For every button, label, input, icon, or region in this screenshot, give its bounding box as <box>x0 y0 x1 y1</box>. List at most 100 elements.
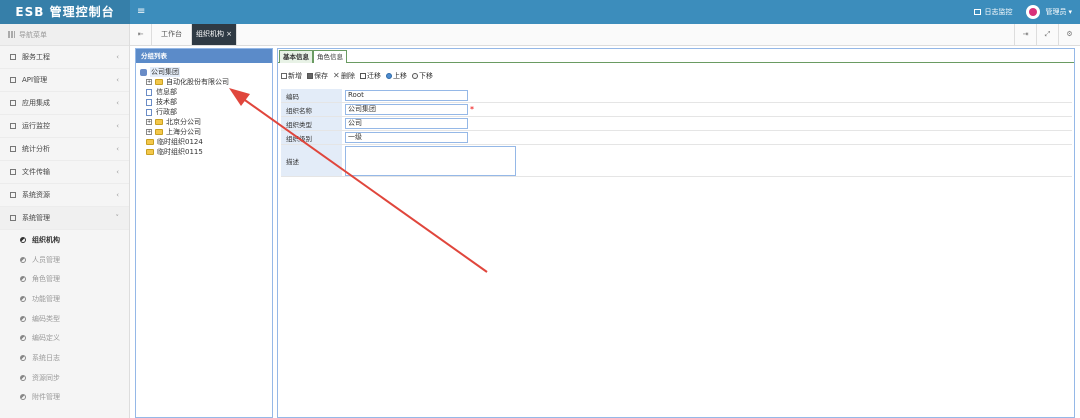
tab-basic-info[interactable]: 基本信息 <box>279 50 313 63</box>
tree-node-dept-tech[interactable]: 技术部 <box>140 97 272 107</box>
user-name[interactable]: 管理员 <box>1045 7 1066 17</box>
folder-icon <box>10 169 16 175</box>
root-node-icon <box>140 68 147 76</box>
form-row-code: 编码 Root <box>281 89 1072 103</box>
expand-icon[interactable]: + <box>146 119 152 125</box>
level-label: 组织级别 <box>281 131 342 144</box>
app-brand: ESB 管理控制台 <box>0 0 130 24</box>
sidebar-subitem-label: 组织机构 <box>32 235 60 244</box>
expand-icon[interactable]: + <box>146 129 152 135</box>
leaf-icon <box>20 394 26 401</box>
tree-node-branch-beijing[interactable]: + 北京分公司 <box>140 117 272 127</box>
sidebar-item-integration[interactable]: 应用集成 ‹ <box>0 92 129 115</box>
sidebar-item-api[interactable]: API管理 ‹ <box>0 69 129 92</box>
tab-workbench[interactable]: 工作台 <box>152 24 192 45</box>
level-field[interactable]: 一级 <box>345 132 468 143</box>
code-label: 编码 <box>281 89 342 102</box>
sidebar-item-file-transfer[interactable]: 文件传输 ‹ <box>0 161 129 184</box>
user-caret-icon[interactable]: ▾ <box>1068 8 1072 16</box>
tree-node-label: 行政部 <box>156 108 177 116</box>
tab-organization[interactable]: 组织机构 × <box>192 24 237 45</box>
tabs-back-button[interactable]: ⇤ <box>130 24 152 45</box>
org-tree: 公司集团 + 自动化股份有限公司 信息部 技术部 行政部 + 北京分公司 + 上… <box>136 63 272 157</box>
save-label: 保存 <box>314 72 328 80</box>
sidebar-item-service-project[interactable]: 服务工程 ‹ <box>0 46 129 69</box>
form-row-name: 组织名称 公司集团 * <box>281 103 1072 117</box>
tree-node-label: 临时组织0115 <box>157 148 203 156</box>
tab-role-info[interactable]: 角色信息 <box>313 50 347 63</box>
sidebar-subitem-label: 编码类型 <box>32 314 60 323</box>
sidebar-subitem-code-defs[interactable]: 编码定义 <box>0 328 129 348</box>
move-up-label: 上移 <box>393 72 407 80</box>
sidebar-item-stats[interactable]: 统计分析 ‹ <box>0 138 129 161</box>
sidebar-subitem-sync[interactable]: 资源同步 <box>0 368 129 388</box>
chevron-left-icon: ‹ <box>116 53 119 61</box>
tree-node-temp-0115[interactable]: 临时组织0115 <box>140 147 272 157</box>
move-up-button[interactable]: 上移 <box>386 71 407 81</box>
type-label: 组织类型 <box>281 117 342 130</box>
tree-node-root[interactable]: 公司集团 <box>140 67 272 77</box>
tree-node-dept-info[interactable]: 信息部 <box>140 87 272 97</box>
leaf-icon <box>20 295 26 302</box>
tree-node-temp-0124[interactable]: 临时组织0124 <box>140 137 272 147</box>
arrow-up-icon <box>386 73 392 79</box>
folder-icon <box>10 100 16 106</box>
log-monitor-link[interactable]: 日志监控 <box>974 7 1012 17</box>
log-monitor-label: 日志监控 <box>984 8 1013 16</box>
group-list-panel: 分组列表 公司集团 + 自动化股份有限公司 信息部 技术部 行政部 + 北京分公… <box>135 48 273 418</box>
name-field[interactable]: 公司集团 <box>345 104 468 115</box>
delete-button[interactable]: ✕ 删除 <box>333 71 355 81</box>
sidebar-subitem-logs[interactable]: 系统日志 <box>0 348 129 368</box>
detail-panel: 基本信息 角色信息 新增 保存 ✕ 删除 迁移 上移 下移 编码 Root 组织名… <box>277 48 1075 418</box>
type-field[interactable]: 公司 <box>345 118 468 129</box>
grid-icon <box>8 31 15 38</box>
expand-icon[interactable]: + <box>146 79 152 85</box>
gear-icon: ⚙ <box>1066 30 1073 38</box>
sidebar-subitem-roles[interactable]: 角色管理 <box>0 269 129 289</box>
sidebar-subitem-functions[interactable]: 功能管理 <box>0 289 129 309</box>
tree-node-company[interactable]: + 自动化股份有限公司 <box>140 77 272 87</box>
folder-icon <box>155 79 163 85</box>
add-button[interactable]: 新增 <box>281 71 302 81</box>
settings-button[interactable]: ⚙ <box>1058 24 1080 45</box>
sidebar-item-label: API管理 <box>22 76 48 84</box>
sidebar-item-label: 系统管理 <box>22 214 50 222</box>
fullscreen-icon: ⤢ <box>1044 30 1051 38</box>
migrate-button[interactable]: 迁移 <box>360 71 381 81</box>
fullscreen-button[interactable]: ⤢ <box>1036 24 1058 45</box>
folder-icon <box>146 149 154 155</box>
sidebar-subitem-attachments[interactable]: 附件管理 <box>0 388 129 408</box>
tree-node-label: 信息部 <box>156 88 177 96</box>
required-mark: * <box>470 104 474 114</box>
sidebar-item-monitor[interactable]: 运行监控 ‹ <box>0 115 129 138</box>
save-button[interactable]: 保存 <box>307 71 328 81</box>
sidebar-item-label: 服务工程 <box>22 53 50 61</box>
sidebar-subitem-code-types[interactable]: 编码类型 <box>0 309 129 329</box>
move-down-button[interactable]: 下移 <box>412 71 433 81</box>
form-row-level: 组织级别 一级 <box>281 131 1072 145</box>
leaf-icon <box>20 335 26 342</box>
form-row-desc: 描述 <box>281 145 1072 177</box>
sidebar-header: 导航菜单 <box>0 24 129 46</box>
migrate-icon <box>360 73 366 79</box>
sidebar-item-label: 文件传输 <box>22 168 50 176</box>
sidebar-item-system[interactable]: 系统管理 ˅ <box>0 207 129 230</box>
tree-node-dept-admin[interactable]: 行政部 <box>140 107 272 117</box>
leaf-icon <box>20 354 26 361</box>
description-textarea[interactable] <box>345 145 516 176</box>
tabs-forward-button[interactable]: ⇥ <box>1014 24 1036 45</box>
sidebar: 导航菜单 服务工程 ‹ API管理 ‹ 应用集成 ‹ 运行监控 ‹ 统计分析 ‹ 文件传输… <box>0 24 130 418</box>
tree-node-label: 临时组织0124 <box>157 138 203 146</box>
code-field[interactable]: Root <box>345 90 468 101</box>
tree-node-branch-shanghai[interactable]: + 上海分公司 <box>140 127 272 137</box>
desc-label: 描述 <box>281 145 342 176</box>
sidebar-subitem-org[interactable]: 组织机构 <box>0 230 129 250</box>
avatar[interactable] <box>1026 5 1041 19</box>
leaf-icon <box>20 236 26 243</box>
sidebar-subitem-label: 系统日志 <box>32 353 60 362</box>
name-label: 组织名称 <box>281 103 342 116</box>
sidebar-item-resources[interactable]: 系统资源 ‹ <box>0 184 129 207</box>
leaf-icon <box>20 256 26 263</box>
menu-toggle-button[interactable]: ≡ <box>137 0 145 24</box>
sidebar-subitem-users[interactable]: 人员管理 <box>0 250 129 270</box>
